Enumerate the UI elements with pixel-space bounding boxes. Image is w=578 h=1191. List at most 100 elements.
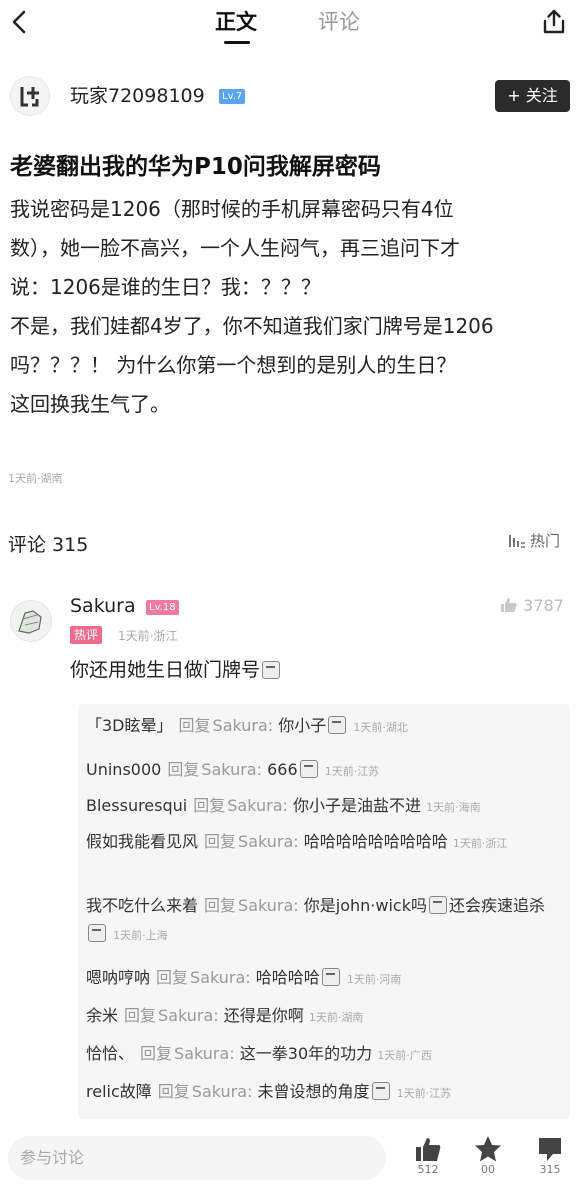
post-body-line: 说：1206是谁的生日？我：？？？ — [10, 275, 321, 299]
author-row: 玩家72098109 Lv.7 + 关注 — [0, 62, 578, 122]
reply-author[interactable]: 嗯呐哼呐 — [86, 968, 150, 987]
reply-target: Sakura: — [227, 796, 288, 815]
reply-verb: 回复 — [124, 1006, 157, 1025]
reply-item[interactable]: 「3D眩晕」 回复 Sakura: 你小子 1天前·湖北 — [86, 712, 566, 742]
reply-meta: 1天前·海南 — [426, 801, 481, 814]
reply-verb: 回复 — [167, 760, 200, 779]
reply-target: Sakura: — [212, 716, 274, 735]
reply-target: Sakura: — [158, 1006, 219, 1025]
star-icon — [475, 1136, 501, 1162]
reply-author[interactable]: 我不吃什么来着 — [86, 896, 198, 915]
reply-author[interactable]: 假如我能看见风 — [86, 832, 198, 851]
reply-meta: 1天前·湖南 — [308, 1011, 364, 1024]
reply-meta: 1天前·江苏 — [396, 1087, 452, 1100]
post-body-line: 我说密码是1206（那时候的手机屏幕密码只有4位 — [10, 197, 454, 221]
like-count: 512 — [417, 1163, 439, 1176]
reply-text: 哈哈哈哈哈哈哈哈哈 — [303, 832, 448, 851]
reply-author[interactable]: Blessuresqui — [86, 796, 187, 815]
replies-box: 「3D眩晕」 回复 Sakura: 你小子 1天前·湖北 Unins000 回复 Sak… — [78, 704, 570, 1119]
reply-text: 哈哈哈哈 — [255, 968, 320, 987]
reply-meta: 1天前·湖北 — [353, 721, 408, 734]
post-body-line: 吗？？？！ 为什么你第一个想到的是别人的生日？ — [10, 353, 457, 377]
reply-target: Sakura: — [238, 832, 299, 851]
comment-meta: 1天前·浙江 — [118, 629, 178, 643]
reply-target: Sakura: — [191, 1082, 253, 1101]
reply-item[interactable]: 我不吃什么来着 回复 Sakura: 你是john·wick吗 还会疾速追杀 1天前·… — [86, 892, 566, 950]
reply-verb: 回复 — [193, 796, 226, 815]
reply-item[interactable]: relic故障 回复 Sakura: 未曾设想的角度 1天前·江苏 — [86, 1078, 566, 1108]
follow-button[interactable]: + 关注 — [495, 80, 570, 112]
emoji-icon — [321, 968, 340, 986]
reply-item[interactable]: 嗯呐哼呐 回复 Sakura: 哈哈哈哈 1天前·河南 — [86, 964, 566, 994]
author-name[interactable]: 玩家72098109 — [70, 84, 205, 108]
comment-text: 你还用她生日做门牌号 — [70, 656, 282, 684]
reply-target: Sakura: — [238, 896, 299, 915]
reply-verb: 回复 — [140, 1044, 173, 1063]
post-title: 老婆翻出我的华为P10问我解屏密码 — [10, 154, 381, 180]
emoji-icon — [262, 661, 281, 679]
favorite-count: 00 — [481, 1163, 495, 1176]
forward-count: 315 — [539, 1163, 561, 1176]
comments-count: 315 — [52, 534, 89, 556]
forward-icon — [539, 1138, 561, 1161]
reply-verb: 回复 — [204, 832, 237, 851]
emoji-icon — [328, 716, 347, 734]
reply-item[interactable]: 恰恰、 回复 Sakura: 这一拳30年的功力 1天前·广西 — [86, 1040, 566, 1070]
reply-meta: 1天前·江苏 — [324, 765, 380, 778]
post-body-line: 不是，我们娃都4岁了，你不知道我们家门牌号是1206 — [10, 314, 494, 338]
reply-item[interactable]: 余米 回复 Sakura: 还得是你啊 1天前·湖南 — [86, 1002, 566, 1032]
sort-button[interactable]: 热门 — [508, 530, 560, 553]
reply-verb: 回复 — [204, 896, 237, 915]
reply-author[interactable]: relic故障 — [86, 1082, 152, 1101]
share-icon[interactable] — [540, 8, 568, 36]
post-body-line: 这回换我生气了。 — [10, 392, 170, 416]
comments-label: 评论 — [8, 534, 47, 556]
reply-verb: 回复 — [178, 716, 211, 735]
reply-text: 666 — [267, 760, 298, 779]
post-meta: 1天前·湖南 — [8, 472, 63, 485]
reply-author[interactable]: Unins000 — [86, 760, 161, 779]
reply-author[interactable]: 恰恰、 — [86, 1044, 134, 1063]
comment-input[interactable]: 参与讨论 — [8, 1136, 386, 1180]
reply-target: Sakura: — [201, 760, 262, 779]
reply-meta: 1天前·河南 — [346, 973, 402, 986]
reply-text: 这一拳30年的功力 — [239, 1044, 373, 1063]
reply-item[interactable]: Unins000 回复 Sakura: 666 1天前·江苏 — [86, 756, 566, 786]
forward-button[interactable]: 315 — [530, 1134, 570, 1184]
emoji-icon — [371, 1082, 390, 1100]
like-button[interactable]: 512 — [408, 1134, 448, 1184]
emoji-icon — [299, 760, 318, 778]
sort-icon — [508, 533, 526, 553]
hot-comment-tag: 热评 — [70, 626, 103, 644]
commenter-avatar[interactable] — [10, 600, 52, 642]
post-body-line: 数），她一脸不高兴，一个人生闷气，再三追问下才 — [10, 236, 460, 260]
reply-item[interactable]: Blessuresqui 回复 Sakura: 你小子是油盐不进 1天前·海南 — [86, 792, 566, 822]
reply-author[interactable]: 「3D眩晕」 — [86, 716, 173, 735]
reply-verb: 回复 — [157, 1082, 190, 1101]
favorite-button[interactable]: 00 — [468, 1134, 508, 1184]
reply-meta: 1天前·浙江 — [452, 837, 508, 850]
reply-target: Sakura: — [174, 1044, 235, 1063]
tab-comments[interactable]: 评论 — [318, 8, 360, 36]
post-body: 我说密码是1206（那时候的手机屏幕密码只有4位 数），她一脸不高兴，一个人生闷… — [10, 190, 570, 424]
tab-main-text[interactable]: 正文 — [215, 8, 257, 36]
commenter-level-badge: Lv.18 — [146, 600, 179, 615]
author-avatar[interactable] — [10, 76, 50, 116]
comments-header: 评论 315 — [8, 530, 94, 557]
reply-text: 你小子 — [278, 716, 327, 735]
bottom-action-bar: 参与讨论 512 00 315 — [0, 1128, 578, 1191]
reply-text: 还得是你啊 — [223, 1006, 304, 1025]
reply-text-continued: 还会疾速追杀 — [448, 896, 545, 915]
comment-like-count: 3787 — [523, 596, 564, 615]
back-icon[interactable] — [6, 8, 34, 36]
reply-item[interactable]: 假如我能看见风 回复 Sakura: 哈哈哈哈哈哈哈哈哈 1天前·浙江 — [86, 828, 566, 858]
author-level-badge: Lv.7 — [219, 89, 246, 104]
commenter-name[interactable]: Sakura — [70, 595, 136, 617]
emoji-icon — [88, 924, 106, 942]
reply-meta: 1天前·广西 — [377, 1049, 432, 1062]
reply-verb: 回复 — [156, 968, 189, 987]
reply-text: 你小子是油盐不进 — [293, 796, 422, 815]
reply-author[interactable]: 余米 — [86, 1006, 118, 1025]
comment-like-button[interactable]: 3787 — [500, 596, 564, 615]
sort-label: 热门 — [530, 532, 561, 550]
